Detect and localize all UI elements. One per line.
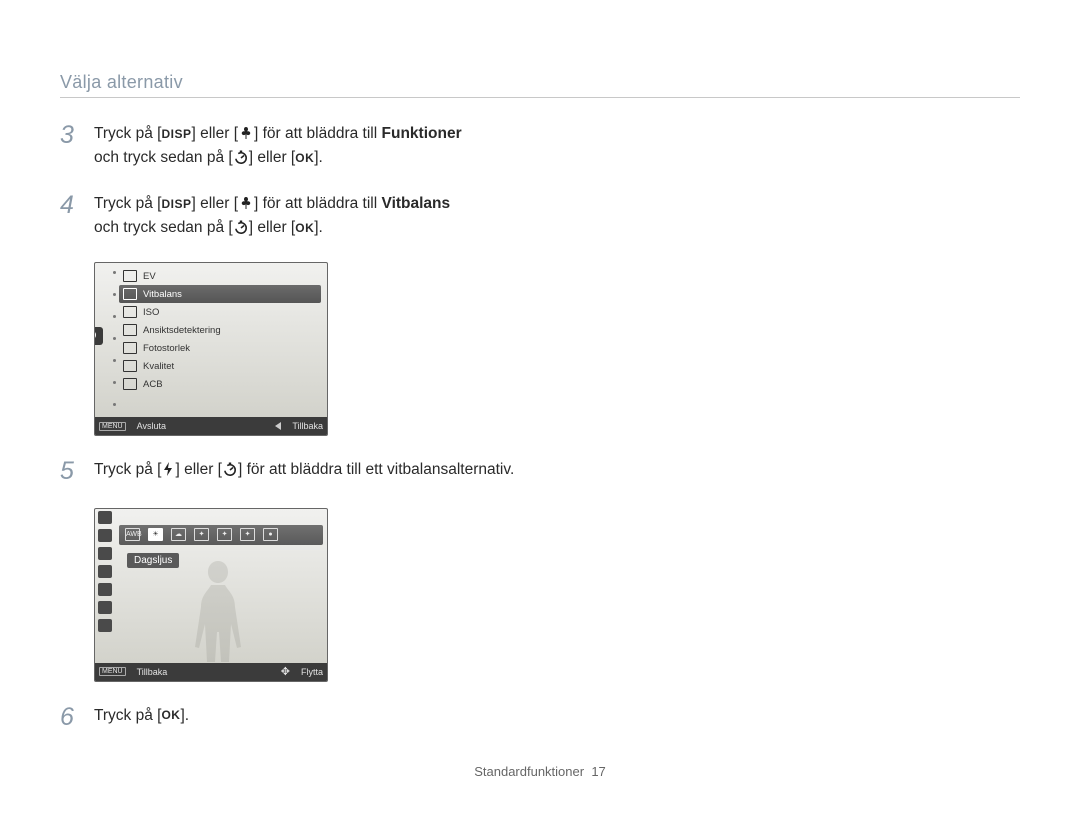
menu-item-quality-icon: Kvalitet xyxy=(119,357,321,375)
lcd-bottom-bar: MENU Avsluta Tillbaka xyxy=(95,417,327,435)
menu-item-acb-icon: ACB xyxy=(119,375,321,393)
face-icon xyxy=(98,565,112,578)
bottom-left-label: Avsluta xyxy=(137,421,166,431)
camera-lcd-options: AWB ☀ ☁ ✦ ✦ ✦ ● Dagsljus MENU Tillbaka ✥ Flytt… xyxy=(94,508,328,682)
disp-button-label: DISP xyxy=(161,125,191,144)
step-number: 6 xyxy=(60,704,86,732)
macro-icon xyxy=(238,195,254,211)
menu-button-label: MENU xyxy=(99,422,126,431)
back-triangle-icon xyxy=(275,422,281,430)
wb-option-daylight: ☀ xyxy=(148,528,163,541)
scroll-dots xyxy=(113,271,116,406)
acb-icon xyxy=(123,378,137,390)
iso-icon xyxy=(98,547,112,560)
move-nav-icon: ✥ xyxy=(281,665,290,678)
acb-icon xyxy=(98,619,112,632)
wb-option-tungsten: ✦ xyxy=(240,528,255,541)
ev-icon xyxy=(98,511,112,524)
camera-icon xyxy=(94,327,103,345)
menu-button-label: MENU xyxy=(99,667,126,676)
step-5: 5 Tryck på [] eller [] för att bläddra t… xyxy=(60,458,1020,486)
step-6: 6 Tryck på [OK]. xyxy=(60,704,1020,732)
ev-icon xyxy=(123,270,137,282)
ok-button-label: OK xyxy=(295,219,314,238)
bottom-right-label: Flytta xyxy=(301,667,323,677)
macro-icon xyxy=(238,125,254,141)
ok-button-label: OK xyxy=(161,706,180,725)
ok-button-label: OK xyxy=(295,149,314,168)
page-header: Välja alternativ xyxy=(60,72,1020,93)
menu-item-face-icon: Ansiktsdetektering xyxy=(119,321,321,339)
header-divider xyxy=(60,97,1020,98)
awb-icon xyxy=(123,288,137,300)
step-text: Tryck på [DISP] eller [] för att bläddra… xyxy=(94,122,462,170)
menu-item-awb-icon: Vitbalans xyxy=(119,285,321,303)
step-4: 4 Tryck på [DISP] eller [] för att blädd… xyxy=(60,192,1020,240)
disp-button-label: DISP xyxy=(161,195,191,214)
timer-icon xyxy=(233,219,249,235)
quality-icon xyxy=(123,360,137,372)
bottom-left-label: Tillbaka xyxy=(137,667,168,677)
iso-icon xyxy=(123,306,137,318)
step-number: 5 xyxy=(60,458,86,486)
bottom-right-label: Tillbaka xyxy=(292,421,323,431)
wb-option-auto-wb: AWB xyxy=(125,528,140,541)
wb-option-fluorescent-h: ✦ xyxy=(194,528,209,541)
selected-option-label: Dagsljus xyxy=(127,553,179,568)
wb-option-strip: AWB ☀ ☁ ✦ ✦ ✦ ● xyxy=(119,525,323,545)
wb-option-custom: ● xyxy=(263,528,278,541)
step-3: 3 Tryck på [DISP] eller [] för att blädd… xyxy=(60,122,1020,170)
timer-icon xyxy=(233,149,249,165)
menu-list: EVVitbalansISOAnsiktsdetekteringFotostor… xyxy=(119,267,321,393)
step-text: Tryck på [] eller [] för att bläddra til… xyxy=(94,458,514,482)
person-silhouette xyxy=(183,553,253,663)
step-text: Tryck på [OK]. xyxy=(94,704,189,728)
menu-item-iso-icon: ISO xyxy=(119,303,321,321)
lcd-bottom-bar: MENU Tillbaka ✥ Flytta xyxy=(95,663,327,681)
step-number: 3 xyxy=(60,122,86,150)
flash-icon xyxy=(161,461,175,477)
menu-item-ev-icon: EV xyxy=(119,267,321,285)
wb-option-fluorescent-l: ✦ xyxy=(217,528,232,541)
face-icon xyxy=(123,324,137,336)
quality-icon xyxy=(98,601,112,614)
m-icon xyxy=(98,583,112,596)
size-icon xyxy=(123,342,137,354)
camera-lcd-menu: EVVitbalansISOAnsiktsdetekteringFotostor… xyxy=(94,262,328,436)
wb-option-cloudy: ☁ xyxy=(171,528,186,541)
page-footer: Standardfunktioner 17 xyxy=(0,764,1080,779)
step-text: Tryck på [DISP] eller [] för att bläddra… xyxy=(94,192,450,240)
wb-icon xyxy=(98,529,112,542)
menu-item-size-icon: Fotostorlek xyxy=(119,339,321,357)
step-number: 4 xyxy=(60,192,86,220)
timer-icon xyxy=(222,461,238,477)
left-icon-column xyxy=(98,511,112,632)
